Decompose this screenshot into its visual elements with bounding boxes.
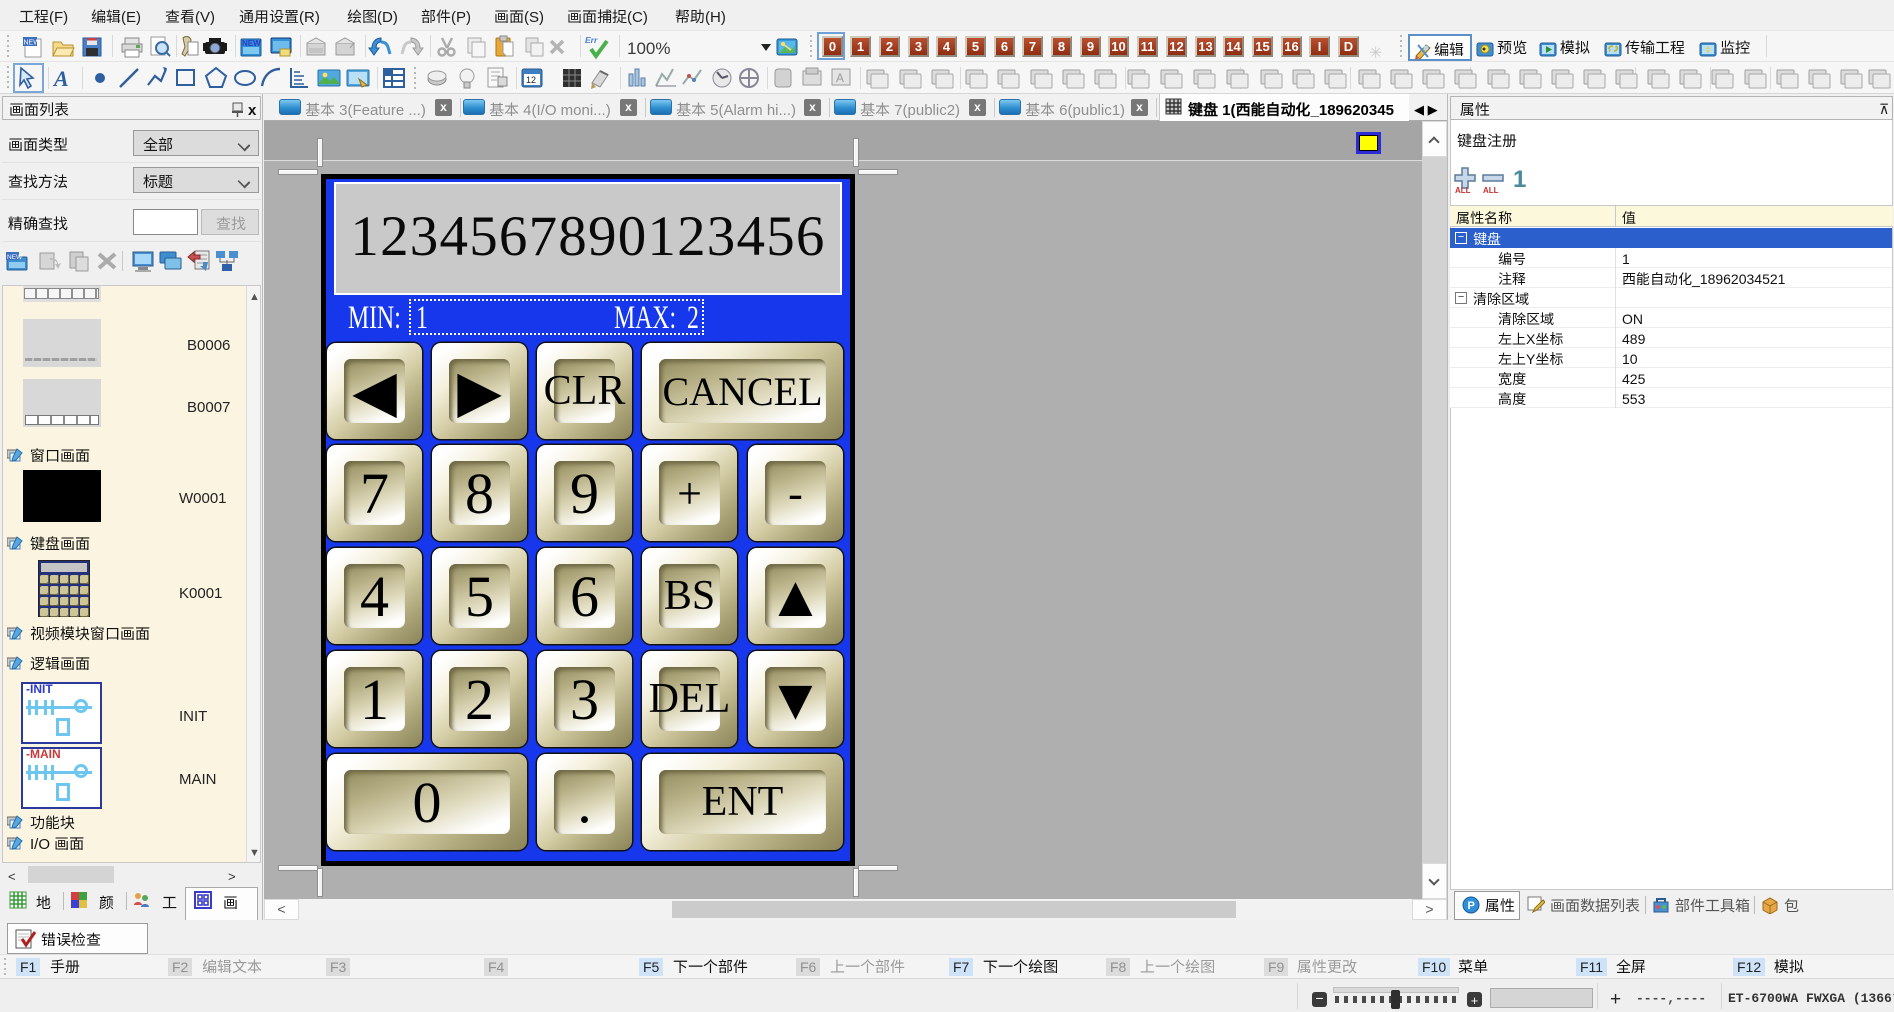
svg-text:ALL: ALL <box>1455 186 1471 194</box>
svg-text:NEW: NEW <box>24 40 41 47</box>
svg-text:NEW: NEW <box>242 39 261 48</box>
svg-text:12: 12 <box>526 75 536 85</box>
svg-text:ALL: ALL <box>1483 186 1499 194</box>
svg-text:NEW: NEW <box>7 254 23 261</box>
svg-text:A: A <box>52 66 69 91</box>
svg-text:Err: Err <box>585 35 598 45</box>
svg-text:A: A <box>836 71 844 85</box>
svg-text:P: P <box>1468 900 1475 912</box>
